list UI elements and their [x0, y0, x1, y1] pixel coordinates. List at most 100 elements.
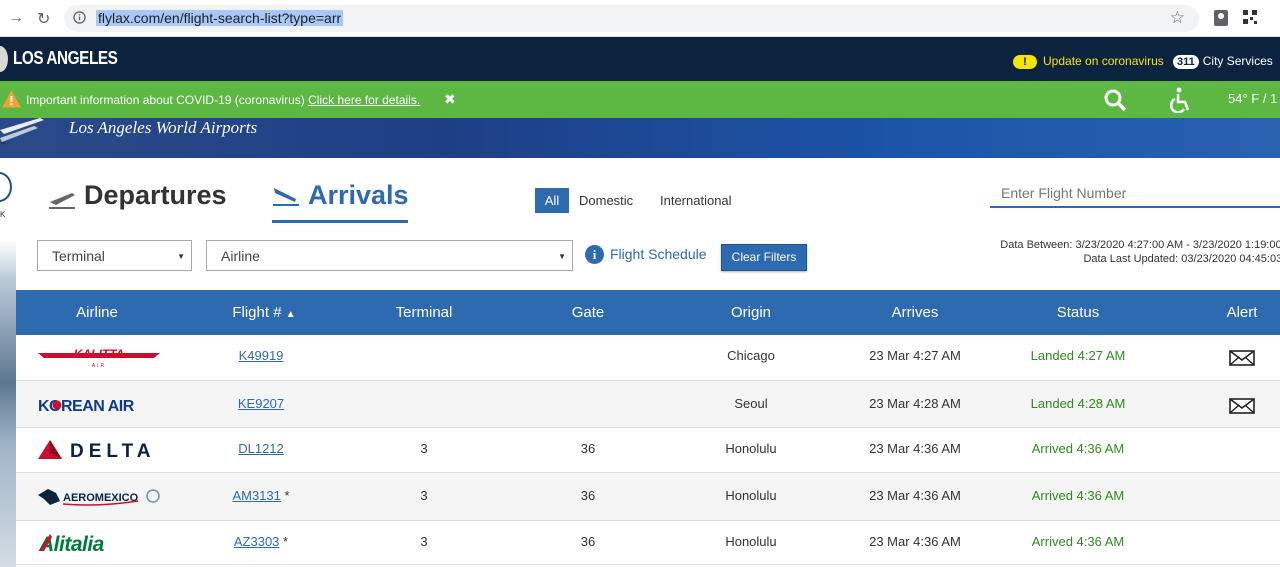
- search-icon[interactable]: [1103, 88, 1127, 112]
- gate-cell: 36: [580, 534, 596, 549]
- clear-filters-button[interactable]: Clear Filters: [721, 244, 807, 271]
- aeromexico-logo: AEROMEXICO: [38, 489, 160, 506]
- reload-icon[interactable]: ↻: [37, 9, 50, 29]
- sort-up-icon[interactable]: ▲: [286, 309, 296, 320]
- flight-search-panel: Departures Arrivals All Domestic Interna…: [16, 158, 1280, 567]
- filter-all[interactable]: All: [535, 188, 569, 213]
- flight-number-cell[interactable]: AM3131 *: [232, 488, 289, 503]
- address-bar[interactable]: flylax.com/en/flight-search-list?type=ar…: [64, 5, 1199, 32]
- delta-logo: DELTA: [38, 440, 156, 461]
- lawa-banner: Los Angeles World Airports: [0, 118, 1280, 158]
- url-text[interactable]: flylax.com/en/flight-search-list?type=ar…: [96, 10, 344, 26]
- side-label: K: [0, 210, 6, 219]
- col-terminal[interactable]: Terminal: [396, 304, 453, 321]
- status-cell: Arrived 4:36 AM: [1031, 441, 1125, 456]
- info-icon[interactable]: i: [585, 245, 604, 264]
- gate-cell: 36: [580, 441, 596, 456]
- covid-details-link[interactable]: Click here for details.: [308, 93, 420, 107]
- qr-code-icon[interactable]: [1243, 10, 1257, 26]
- city-header: LOS ANGELES ! Update on coronavirus 311 Ci…: [0, 37, 1280, 81]
- warning-icon: [2, 90, 21, 108]
- data-range-info: Data Between: 3/23/2020 4:27:00 AM - 3/2…: [992, 238, 1280, 266]
- airline-logo-text: Alitalia: [38, 533, 105, 555]
- airline-logo-text: DELTA: [70, 441, 156, 461]
- korean-air-logo: KOREAN AIR: [38, 398, 135, 415]
- flight-link[interactable]: DL1212: [238, 441, 284, 456]
- chevron-down-icon: ▼: [177, 252, 185, 261]
- covid-update-link[interactable]: ! Update on coronavirus: [1013, 54, 1164, 69]
- covid-badge: !: [1013, 54, 1037, 69]
- col-gate[interactable]: Gate: [572, 304, 605, 321]
- flight-link[interactable]: KE9207: [238, 396, 284, 411]
- col-flight-label[interactable]: Flight #: [232, 304, 281, 321]
- terminal-cell: 3: [420, 488, 428, 503]
- extension-icon[interactable]: [1214, 10, 1228, 26]
- mail-icon[interactable]: [1229, 398, 1255, 414]
- forward-icon[interactable]: →: [8, 9, 24, 27]
- flight-number-cell[interactable]: KE9207: [238, 396, 284, 411]
- covid-alert-bar: Important information about COVID-19 (co…: [0, 81, 1280, 118]
- svg-text:AIR: AIR: [92, 363, 106, 369]
- table-row: Alitalia AZ3303 * 3 36 Honolulu 23 Mar 4…: [16, 521, 1280, 565]
- table-row: DELTA DL1212 3 36 Honolulu 23 Mar 4:36 A…: [16, 428, 1280, 473]
- origin-cell: Honolulu: [725, 488, 777, 503]
- services-badge: 311: [1173, 55, 1199, 69]
- col-origin[interactable]: Origin: [731, 304, 771, 321]
- table-row: AEROMEXICO AM3131 * 3 36 Honolulu 23 Mar…: [16, 473, 1280, 521]
- flight-link[interactable]: K49919: [239, 348, 284, 363]
- filter-domestic[interactable]: Domestic: [579, 193, 633, 208]
- star-icon[interactable]: ☆: [1170, 8, 1185, 28]
- covid-alert-message: Important information about COVID-19 (co…: [26, 93, 305, 107]
- airline-logo-text: KOREAN AIR: [38, 398, 135, 415]
- terminal-select[interactable]: Terminal ▼: [37, 240, 192, 271]
- city-services-label[interactable]: City Services: [1203, 54, 1273, 68]
- status-cell: Landed 4:27 AM: [1030, 348, 1126, 363]
- table-header: Airline Flight # ▲ Terminal Gate Origin …: [16, 290, 1280, 335]
- table-row: KALITTA AIR K49919 Chicago 23 Mar 4:27 A…: [16, 335, 1280, 381]
- terminal-cell: 3: [420, 534, 428, 549]
- city-services-link[interactable]: 311 City Services: [1173, 54, 1273, 69]
- data-between-text: Data Between: 3/23/2020 4:27:00 AM - 3/2…: [1000, 239, 1280, 251]
- banner-title: Los Angeles World Airports: [69, 118, 258, 137]
- lock-icon[interactable]: [73, 11, 86, 24]
- alitalia-logo: Alitalia: [38, 533, 105, 555]
- covid-alert-text: Important information about COVID-19 (co…: [26, 93, 420, 107]
- flight-number-cell[interactable]: K49919: [239, 348, 284, 363]
- lax-logo[interactable]: [0, 118, 58, 158]
- plane-arrival-icon: [273, 188, 299, 206]
- flight-number-cell[interactable]: DL1212: [238, 441, 284, 456]
- flight-link[interactable]: AM3131: [232, 488, 280, 503]
- mail-icon[interactable]: [1229, 350, 1255, 366]
- status-cell: Arrived 4:36 AM: [1031, 534, 1125, 549]
- flight-schedule-link[interactable]: Flight Schedule: [610, 246, 707, 262]
- flight-number-input[interactable]: [990, 180, 1280, 208]
- airline-select-value: Airline: [221, 248, 260, 264]
- kalitta-logo: KALITTA AIR: [38, 347, 160, 369]
- tab-departures[interactable]: Departures: [84, 180, 227, 211]
- tab-arrivals[interactable]: Arrivals: [308, 180, 409, 211]
- col-status[interactable]: Status: [1057, 304, 1100, 321]
- origin-cell: Seoul: [734, 396, 768, 411]
- trademark-mark: ™: [0, 142, 6, 148]
- filter-international[interactable]: International: [660, 193, 732, 208]
- origin-cell: Chicago: [727, 348, 775, 363]
- col-alert[interactable]: Alert: [1227, 304, 1258, 321]
- codeshare-mark: *: [283, 534, 289, 549]
- covid-update-label[interactable]: Update on coronavirus: [1043, 54, 1164, 68]
- col-airline[interactable]: Airline: [76, 304, 118, 321]
- arrives-cell: 23 Mar 4:36 AM: [869, 534, 961, 549]
- airline-select[interactable]: Airline ▼: [206, 240, 573, 271]
- col-flight[interactable]: Flight # ▲: [232, 304, 295, 321]
- arrives-cell: 23 Mar 4:36 AM: [869, 488, 961, 503]
- chevron-down-icon: ▼: [558, 252, 566, 261]
- city-name[interactable]: LOS ANGELES: [13, 48, 118, 69]
- terminal-cell: 3: [420, 441, 428, 456]
- close-icon[interactable]: ✖: [444, 91, 456, 108]
- col-arrives[interactable]: Arrives: [892, 304, 939, 321]
- gate-cell: 36: [580, 488, 596, 503]
- flight-number-cell[interactable]: AZ3303 *: [234, 534, 288, 549]
- arrives-cell: 23 Mar 4:28 AM: [869, 396, 961, 411]
- airline-logo-text: KALITTA: [74, 347, 124, 361]
- flight-link[interactable]: AZ3303: [234, 534, 280, 549]
- accessibility-icon[interactable]: [1170, 87, 1194, 113]
